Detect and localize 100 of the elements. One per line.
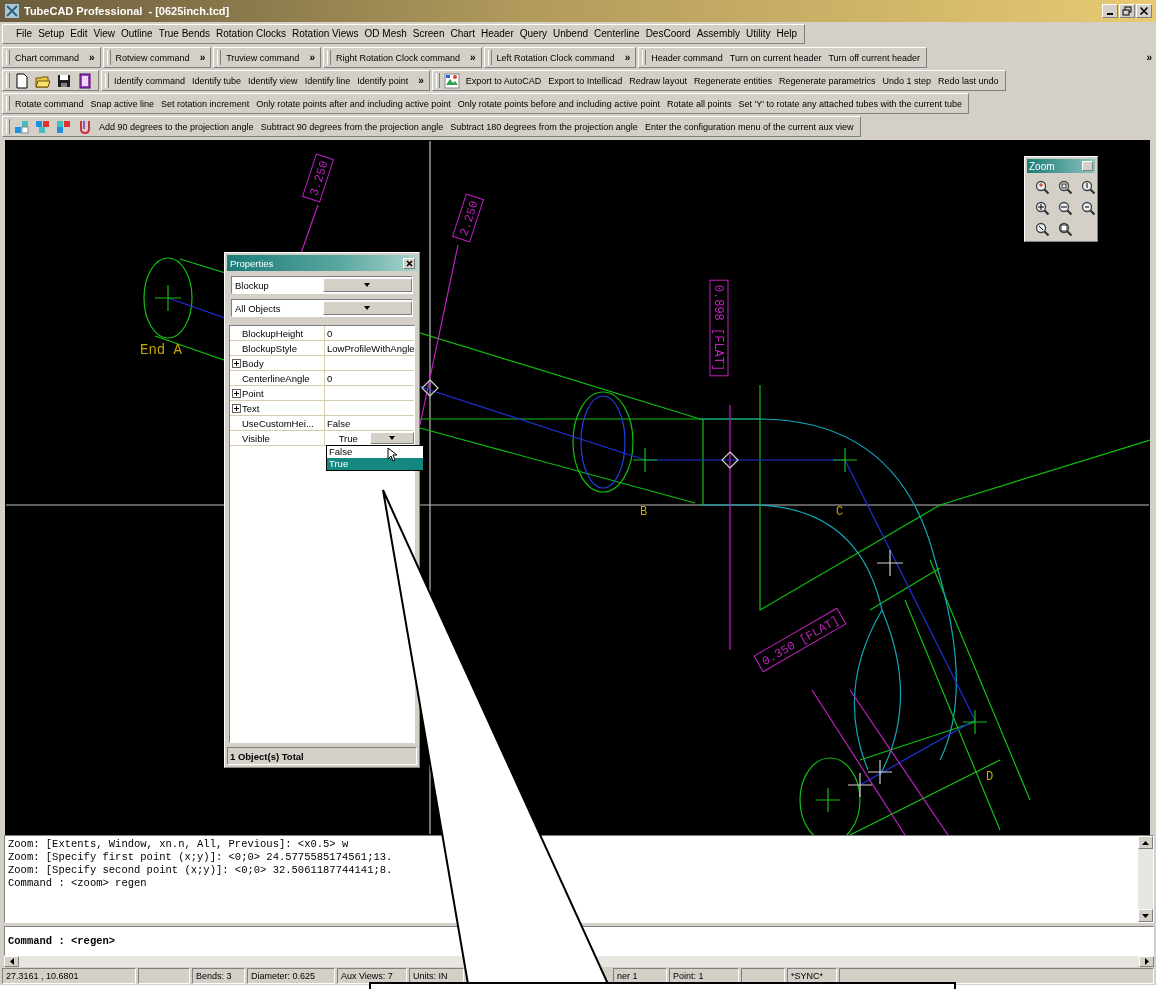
magnifier-icon[interactable] <box>1057 179 1073 195</box>
toolbar-button[interactable]: Turn off current header <box>825 48 923 67</box>
toolbar-button[interactable]: Add 90 degrees to the projection angle <box>96 117 257 136</box>
menu-item[interactable]: OD Mesh <box>361 28 410 39</box>
close-icon <box>1139 6 1149 16</box>
menu-item[interactable]: Utility <box>743 28 774 39</box>
close-button[interactable] <box>403 257 415 269</box>
toolbar-button[interactable]: Regenerate entities <box>690 71 775 90</box>
point-label: B <box>640 505 648 519</box>
menu-item[interactable]: Setup <box>35 28 68 39</box>
magnifier-icon[interactable] <box>1057 221 1073 237</box>
tube-bend-icon[interactable] <box>77 118 93 135</box>
dropdown-option[interactable]: False <box>327 446 423 458</box>
toolbar-button[interactable]: Truview command <box>223 48 303 67</box>
minimize-button[interactable] <box>1102 4 1118 18</box>
property-name: Text <box>242 402 260 414</box>
magnifier-icon[interactable] <box>1057 200 1073 216</box>
magnifier-icon[interactable] <box>1080 179 1096 195</box>
status-field: 27.3161 , 10.6801 <box>2 968 136 984</box>
toolbar-button[interactable]: Turn on current header <box>726 48 825 67</box>
dropdown-option[interactable]: True <box>327 458 423 470</box>
menu-item[interactable]: Outline <box>118 28 156 39</box>
menu-item[interactable]: View <box>90 28 118 39</box>
blocks-icon[interactable] <box>56 118 72 135</box>
up-arrow-icon <box>1142 840 1149 845</box>
toolbar-button[interactable]: Export to Intellicad <box>545 71 626 90</box>
blocks-icon[interactable] <box>14 118 30 135</box>
close-button[interactable] <box>1136 4 1152 18</box>
overflow-button[interactable]: » <box>197 48 208 67</box>
overflow-button[interactable]: » <box>1144 48 1154 67</box>
menu-item[interactable]: Assembly <box>693 28 743 39</box>
toolbar-button[interactable]: Rotate all points <box>663 94 735 113</box>
menu-item[interactable]: Rotation Clocks <box>213 28 290 39</box>
toolbar-button[interactable]: Export to AutoCAD <box>462 71 545 90</box>
overflow-button[interactable]: » <box>307 48 317 67</box>
magnifier-icon[interactable] <box>1034 179 1050 195</box>
panel-title: Properties <box>230 257 275 269</box>
menu-item[interactable]: Unbend <box>550 28 592 39</box>
toolbar-button[interactable]: Regenerate parametrics <box>775 71 879 90</box>
blocks-icon[interactable] <box>35 118 51 135</box>
toolbar-button[interactable]: Subtract 90 degrees from the projection angle <box>257 117 447 136</box>
toolbar-button[interactable]: Snap active line <box>87 94 158 113</box>
toolbar-button[interactable]: Enter the configuration menu of the current aux view <box>641 117 857 136</box>
overflow-button[interactable]: » <box>468 48 478 67</box>
save-icon[interactable] <box>56 72 72 89</box>
dropdown[interactable]: All Objects <box>231 299 413 317</box>
property-name: Point <box>242 387 264 399</box>
caret-icon <box>387 435 396 441</box>
menu-item[interactable]: Header <box>477 28 517 39</box>
overflow-button[interactable]: » <box>416 71 426 90</box>
toolbar-button[interactable]: Left Rotation Clock command <box>493 48 618 67</box>
toolbar-button[interactable]: Identify command <box>111 71 189 90</box>
toolbar-button[interactable]: Only rotate points after and including active point <box>253 94 454 113</box>
menu-item[interactable]: Centerline <box>591 28 643 39</box>
menu-item[interactable]: Edit <box>67 28 91 39</box>
menu-item[interactable]: Chart <box>447 28 478 39</box>
toolbar-button[interactable]: Rotate command <box>12 94 87 113</box>
toolbar-button[interactable]: Subtract 180 degrees from the projection angle <box>447 117 641 136</box>
magnifier-icon[interactable] <box>1034 200 1050 216</box>
overflow-button[interactable]: » <box>87 48 97 67</box>
toolbar-button[interactable]: Set 'Y' to rotate any attached tubes with the current tube <box>735 94 966 113</box>
menu-item[interactable]: Rotation Views <box>289 28 362 39</box>
dropdown[interactable]: Blockup <box>231 276 413 294</box>
toolbar-button[interactable]: Redraw layout <box>626 71 690 90</box>
property-value: 0 <box>327 327 333 339</box>
property-name: BlockupStyle <box>242 342 297 354</box>
toolbar-button[interactable]: Identify view <box>245 71 301 90</box>
toolbar-button[interactable]: Set rotation increment <box>158 94 253 113</box>
toolbar-button[interactable]: Redo last undo <box>935 71 1002 90</box>
menu-item[interactable]: Screen <box>409 28 448 39</box>
history-line: Zoom: [Specify second point (x;y)]: <0;0> 32.5061187744141;8. <box>8 864 394 877</box>
toolbar-button[interactable]: Identify line <box>301 71 354 90</box>
picture-icon[interactable] <box>443 72 460 89</box>
toolbar-button[interactable]: Only rotate points before and including active point <box>454 94 663 113</box>
menu-item[interactable]: Help <box>773 28 801 39</box>
panel-status: 1 Object(s) Total <box>227 747 417 765</box>
menu-item[interactable]: Query <box>516 28 550 39</box>
magnifier-icon[interactable] <box>1034 221 1050 237</box>
magnifier-icon[interactable] <box>1080 200 1096 216</box>
toolbar-button[interactable]: Right Rotation Clock command <box>332 48 463 67</box>
toolbar-button[interactable]: Header command <box>648 48 726 67</box>
expand-icon[interactable] <box>231 403 241 413</box>
expand-icon[interactable] <box>231 388 241 398</box>
toolbar-button[interactable]: Identify point <box>354 71 412 90</box>
point-label: C <box>836 505 844 519</box>
menu-item[interactable]: DesCoord <box>642 28 694 39</box>
new-file-icon[interactable] <box>14 72 30 89</box>
toolbar-button[interactable]: Undo 1 step <box>879 71 935 90</box>
toolbar-button[interactable]: Identify tube <box>189 71 245 90</box>
toolbar-button[interactable]: Rotview command <box>112 48 193 67</box>
menu-item[interactable]: True Bends <box>155 28 213 39</box>
expand-icon[interactable] <box>231 358 241 368</box>
overflow-button[interactable]: » <box>622 48 633 67</box>
history-line: Zoom: [Specify first point (x;y)]: <0;0> 24.5775585174561;13. <box>8 851 394 864</box>
toolbar-button[interactable]: Chart command <box>12 48 83 67</box>
scrollbar[interactable] <box>1138 836 1153 922</box>
menu-item[interactable]: File <box>13 28 36 39</box>
restore-button[interactable] <box>1119 4 1135 18</box>
book-icon[interactable] <box>77 72 93 89</box>
status-field: Diameter: 0.625 <box>247 968 335 984</box>
